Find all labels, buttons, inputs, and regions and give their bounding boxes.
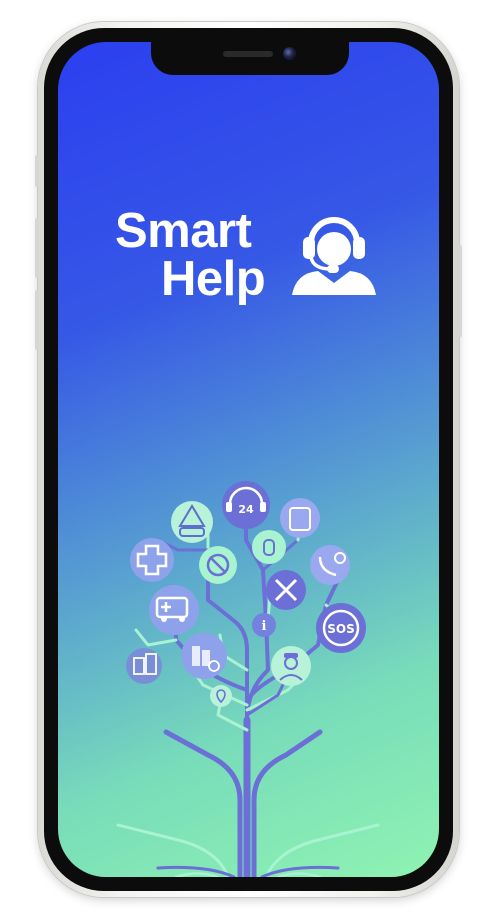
sos-label: SOS bbox=[327, 622, 355, 636]
power-button bbox=[458, 245, 462, 337]
silent-switch bbox=[35, 155, 39, 187]
jerrycan-icon bbox=[280, 498, 320, 538]
volume-down-button bbox=[35, 290, 39, 350]
sos-icon: SOS bbox=[316, 603, 366, 653]
first-aid-cross-icon bbox=[130, 538, 174, 582]
phone-notch bbox=[151, 41, 349, 75]
fire-extinguisher-icon bbox=[252, 530, 286, 564]
front-camera bbox=[283, 47, 296, 60]
ambulance-icon bbox=[149, 585, 199, 635]
tools-icon bbox=[266, 570, 306, 610]
earpiece-speaker bbox=[223, 51, 273, 57]
buildings-icon bbox=[126, 648, 162, 684]
warning-car-icon bbox=[171, 501, 213, 543]
volume-up-button bbox=[35, 218, 39, 278]
info-icon: i bbox=[252, 613, 276, 637]
service-tree-illustration: 24 i SOS bbox=[116, 481, 380, 877]
tree-roots bbox=[116, 716, 380, 877]
logo-word-help: Help bbox=[161, 252, 266, 306]
city-info-icon bbox=[181, 633, 227, 679]
location-pin-icon bbox=[210, 685, 232, 707]
support-hours-label: 24 bbox=[238, 503, 254, 516]
logo-word-smart: Smart bbox=[115, 204, 252, 258]
phone-contact-icon bbox=[310, 545, 350, 585]
police-icon bbox=[271, 646, 311, 686]
support-agent-icon bbox=[292, 217, 376, 295]
info-label: i bbox=[262, 619, 267, 634]
24-hour-support-icon: 24 bbox=[222, 481, 270, 529]
no-entry-icon bbox=[199, 546, 237, 584]
